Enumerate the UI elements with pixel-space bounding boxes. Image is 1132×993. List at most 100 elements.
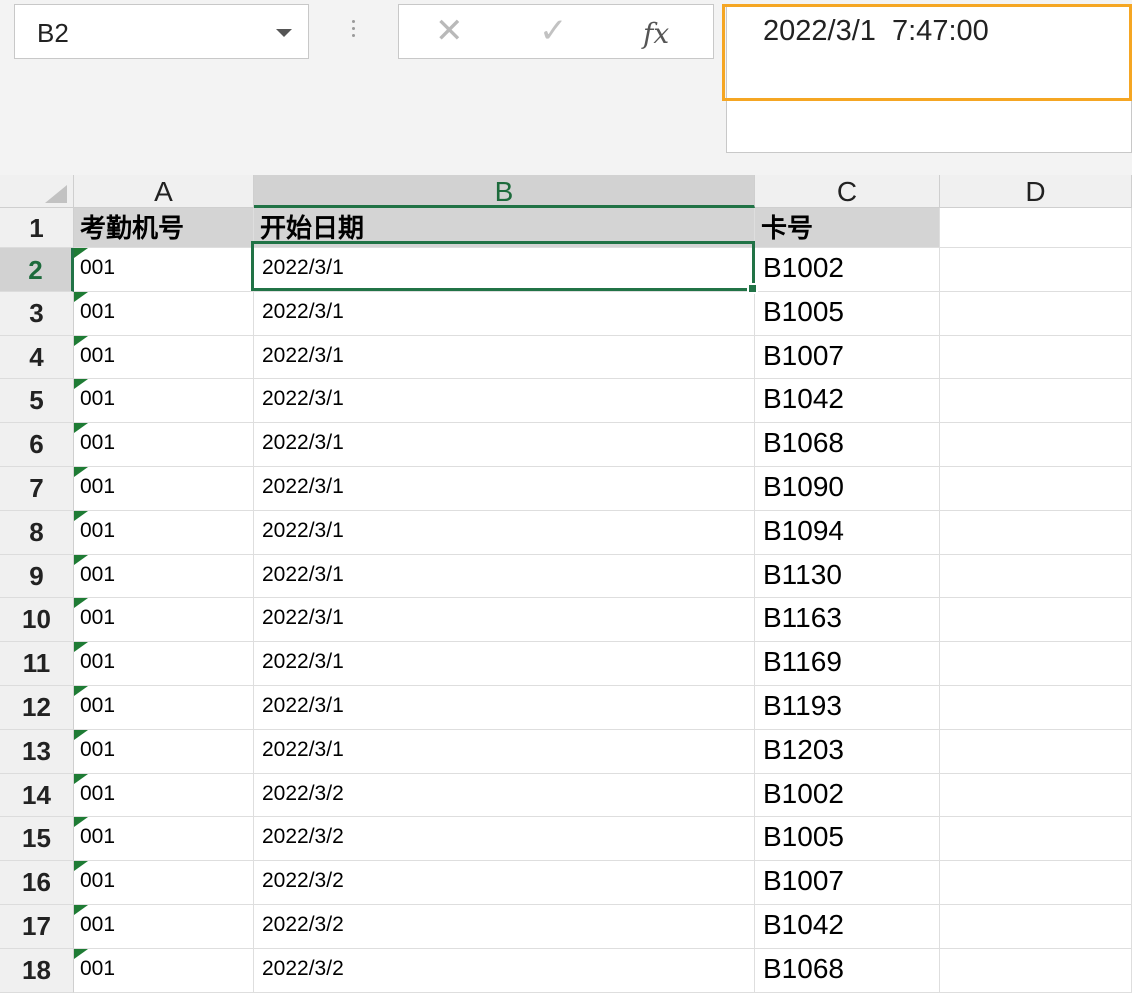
table-cell[interactable] [940, 729, 1132, 774]
table-cell[interactable]: 2022/3/1 [254, 554, 755, 599]
table-cell[interactable]: B1068 [755, 948, 940, 993]
insert-function-icon[interactable]: fx [643, 14, 669, 54]
table-cell[interactable] [940, 598, 1132, 643]
table-cell[interactable]: 2022/3/1 [254, 598, 755, 643]
table-cell[interactable]: 001 [74, 291, 254, 336]
table-cell[interactable]: 001 [74, 729, 254, 774]
table-cell[interactable]: 001 [74, 905, 254, 949]
table-cell[interactable]: 2022/3/2 [254, 861, 755, 905]
row-header[interactable]: 12 [0, 686, 74, 730]
table-cell[interactable]: B1007 [755, 861, 940, 905]
row-header[interactable]: 4 [0, 335, 74, 380]
select-all-button[interactable] [0, 175, 74, 208]
table-cell[interactable]: 001 [74, 686, 254, 730]
chevron-down-icon[interactable] [276, 29, 292, 37]
table-cell[interactable]: B1002 [755, 773, 940, 818]
table-cell[interactable]: B1094 [755, 510, 940, 555]
table-cell[interactable]: 001 [74, 510, 254, 555]
column-header-c[interactable]: C [755, 175, 940, 208]
row-header[interactable]: 6 [0, 423, 74, 467]
table-cell[interactable] [940, 379, 1132, 424]
table-cell[interactable]: B1130 [755, 554, 940, 599]
table-cell[interactable]: 2022/3/1 [254, 379, 755, 424]
table-cell[interactable]: B1203 [755, 729, 940, 774]
row-header[interactable]: 7 [0, 467, 74, 511]
row-header[interactable]: 18 [0, 948, 74, 993]
row-header[interactable]: 8 [0, 510, 74, 555]
enter-icon[interactable]: ✓ [539, 11, 568, 51]
row-header[interactable]: 1 [0, 208, 74, 248]
table-cell[interactable]: 2022/3/1 [254, 686, 755, 730]
table-cell[interactable]: 001 [74, 817, 254, 862]
table-cell[interactable]: B1193 [755, 686, 940, 730]
cancel-icon[interactable]: ✕ [435, 11, 464, 51]
name-box[interactable]: B2 [14, 4, 309, 59]
table-cell[interactable]: 2022/3/1 [254, 291, 755, 336]
table-cell[interactable]: 2022/3/2 [254, 948, 755, 993]
row-header[interactable]: 16 [0, 861, 74, 905]
table-cell[interactable]: B1163 [755, 598, 940, 643]
table-cell[interactable]: 2022/3/2 [254, 773, 755, 818]
table-cell[interactable]: 001 [74, 248, 254, 292]
table-cell[interactable]: 001 [74, 554, 254, 599]
fill-handle[interactable] [747, 283, 758, 294]
table-cell[interactable] [940, 554, 1132, 599]
row-header[interactable]: 5 [0, 379, 74, 424]
table-cell[interactable] [940, 861, 1132, 905]
table-cell[interactable]: 2022/3/2 [254, 817, 755, 862]
row-header[interactable]: 3 [0, 291, 74, 336]
table-cell[interactable] [940, 642, 1132, 686]
header-cell[interactable]: 考勤机号 [74, 208, 254, 248]
table-cell[interactable] [940, 817, 1132, 862]
row-header[interactable]: 11 [0, 642, 74, 686]
table-cell[interactable]: B1068 [755, 423, 940, 467]
row-header[interactable]: 10 [0, 598, 74, 643]
table-cell[interactable]: 001 [74, 423, 254, 467]
table-cell[interactable]: 2022/3/1 [254, 467, 755, 511]
row-header[interactable]: 13 [0, 729, 74, 774]
table-cell[interactable]: 001 [74, 773, 254, 818]
table-cell[interactable] [940, 291, 1132, 336]
header-cell[interactable]: 卡号 [755, 208, 940, 248]
table-cell[interactable]: 2022/3/1 [254, 642, 755, 686]
table-cell[interactable]: 001 [74, 642, 254, 686]
table-cell[interactable]: 2022/3/1 [254, 729, 755, 774]
table-cell[interactable]: B1002 [755, 248, 940, 292]
table-cell[interactable]: B1005 [755, 817, 940, 862]
row-header[interactable]: 9 [0, 554, 74, 599]
table-cell[interactable]: 2022/3/1 [254, 423, 755, 467]
table-cell[interactable]: B1042 [755, 905, 940, 949]
table-cell[interactable] [940, 423, 1132, 467]
column-header-d[interactable]: D [940, 175, 1132, 208]
column-header-b[interactable]: B [254, 175, 755, 208]
column-header-a[interactable]: A [74, 175, 254, 208]
table-cell[interactable] [940, 686, 1132, 730]
table-cell[interactable]: 2022/3/1 [254, 335, 755, 380]
table-cell[interactable] [940, 948, 1132, 993]
table-cell[interactable]: 001 [74, 948, 254, 993]
table-cell[interactable]: 2022/3/2 [254, 905, 755, 949]
table-cell[interactable] [940, 335, 1132, 380]
table-cell[interactable] [940, 208, 1132, 248]
table-cell[interactable]: 001 [74, 379, 254, 424]
row-header[interactable]: 15 [0, 817, 74, 862]
table-cell[interactable] [940, 248, 1132, 292]
table-cell[interactable] [940, 905, 1132, 949]
table-cell[interactable]: 001 [74, 335, 254, 380]
table-cell[interactable]: B1090 [755, 467, 940, 511]
row-header[interactable]: 17 [0, 905, 74, 949]
table-cell[interactable]: B1005 [755, 291, 940, 336]
table-cell[interactable]: 001 [74, 598, 254, 643]
table-cell[interactable] [940, 467, 1132, 511]
table-cell[interactable] [940, 510, 1132, 555]
table-cell[interactable]: B1007 [755, 335, 940, 380]
table-cell[interactable]: B1169 [755, 642, 940, 686]
table-cell[interactable]: B1042 [755, 379, 940, 424]
row-header[interactable]: 14 [0, 773, 74, 818]
table-cell[interactable]: 001 [74, 467, 254, 511]
table-cell[interactable] [940, 773, 1132, 818]
table-cell[interactable]: 2022/3/1 [254, 510, 755, 555]
row-header[interactable]: 2 [0, 248, 74, 292]
drag-handle-icon[interactable] [348, 16, 358, 46]
table-cell[interactable]: 001 [74, 861, 254, 905]
